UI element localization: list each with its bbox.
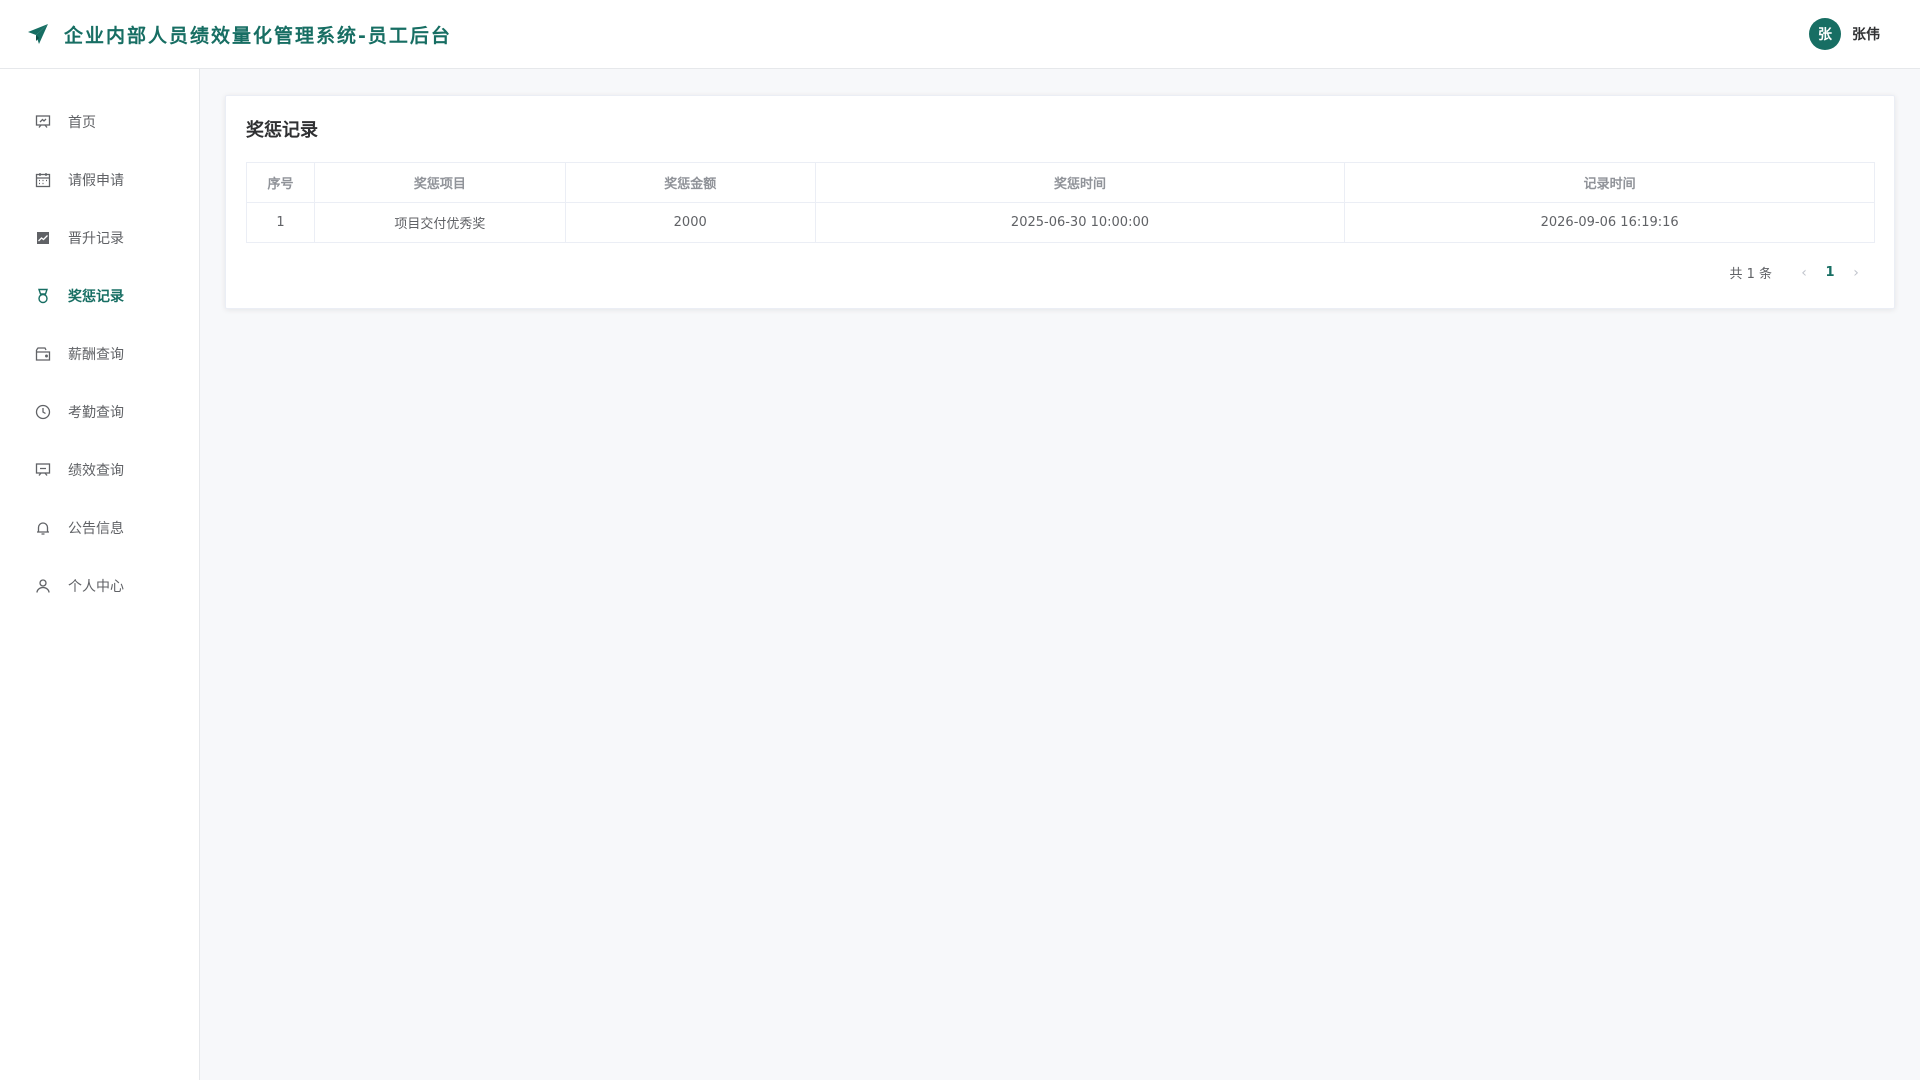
top-header: 企业内部人员绩效量化管理系统-员工后台 张 张伟 (0, 0, 1920, 69)
sidebar-item-leave[interactable]: 请假申请 (0, 151, 199, 209)
sidebar-item-label: 考勤查询 (68, 405, 124, 421)
sidebar-item-label: 薪酬查询 (68, 347, 124, 363)
table-row: 1 项目交付优秀奖 2000 2025-06-30 10:00:00 2026-… (246, 202, 1875, 243)
presentation-icon (34, 113, 52, 131)
rewards-table: 序号 奖惩项目 奖惩金额 奖惩时间 记录时间 1 项目交付优秀奖 2000 20… (246, 162, 1875, 243)
sidebar-item-performance[interactable]: 绩效查询 (0, 441, 199, 499)
column-header: 奖惩金额 (564, 162, 816, 203)
next-page-button[interactable]: › (1846, 265, 1866, 281)
table-cell: 1 (246, 202, 315, 243)
page-title: 奖惩记录 (246, 120, 318, 141)
table-cell: 2000 (564, 202, 816, 243)
sidebar-item-notices[interactable]: 公告信息 (0, 499, 199, 557)
pagination-total: 共 1 条 (1729, 267, 1772, 282)
sidebar-item-profile[interactable]: 个人中心 (0, 557, 199, 615)
page-number-button[interactable]: 1 (1814, 265, 1846, 280)
app-title: 企业内部人员绩效量化管理系统-员工后台 (64, 24, 452, 47)
sidebar-item-rewards[interactable]: 奖惩记录 (0, 267, 199, 325)
pagination: 共 1 条 ‹ 1 › (246, 263, 1874, 283)
sidebar-item-attendance[interactable]: 考勤查询 (0, 383, 199, 441)
chart-icon (34, 229, 52, 247)
wallet-icon (34, 345, 52, 363)
table-header-row: 序号 奖惩项目 奖惩金额 奖惩时间 记录时间 (246, 162, 1875, 203)
sidebar-item-label: 首页 (68, 115, 96, 131)
column-header: 序号 (246, 162, 315, 203)
clock-icon (34, 403, 52, 421)
user-icon (34, 577, 52, 595)
sidebar-item-salary[interactable]: 薪酬查询 (0, 325, 199, 383)
sidebar: 首页 请假申请 晋升记录 奖惩记录 薪酬查询 考勤查询 绩效查询 公告信息 个人… (0, 69, 200, 1080)
user-menu[interactable]: 张 张伟 (1809, 18, 1880, 50)
sidebar-item-label: 请假申请 (68, 173, 124, 189)
sidebar-item-label: 公告信息 (68, 521, 124, 537)
table-cell: 2026-09-06 16:19:16 (1344, 202, 1875, 243)
sidebar-item-label: 晋升记录 (68, 231, 124, 247)
sidebar-item-label: 奖惩记录 (68, 289, 124, 305)
sidebar-item-label: 个人中心 (68, 579, 124, 595)
prev-page-button[interactable]: ‹ (1794, 265, 1814, 281)
column-header: 奖惩时间 (814, 162, 1346, 203)
avatar[interactable]: 张 (1809, 18, 1841, 50)
sidebar-item-promotion[interactable]: 晋升记录 (0, 209, 199, 267)
calendar-icon (34, 171, 52, 189)
brand: 企业内部人员绩效量化管理系统-员工后台 (26, 21, 452, 48)
medal-icon (34, 287, 52, 305)
username[interactable]: 张伟 (1852, 24, 1880, 44)
table-cell: 2025-06-30 10:00:00 (814, 202, 1346, 243)
table-cell: 项目交付优秀奖 (313, 202, 566, 243)
bell-icon (34, 519, 52, 537)
paper-plane-icon (26, 22, 50, 46)
sidebar-item-home[interactable]: 首页 (0, 93, 199, 151)
sidebar-item-label: 绩效查询 (68, 463, 124, 479)
rewards-card: 奖惩记录 序号 奖惩项目 奖惩金额 奖惩时间 记录时间 1 项目交付优秀奖 20… (225, 95, 1895, 309)
column-header: 奖惩项目 (313, 162, 566, 203)
board-icon (34, 461, 52, 479)
column-header: 记录时间 (1344, 162, 1875, 203)
